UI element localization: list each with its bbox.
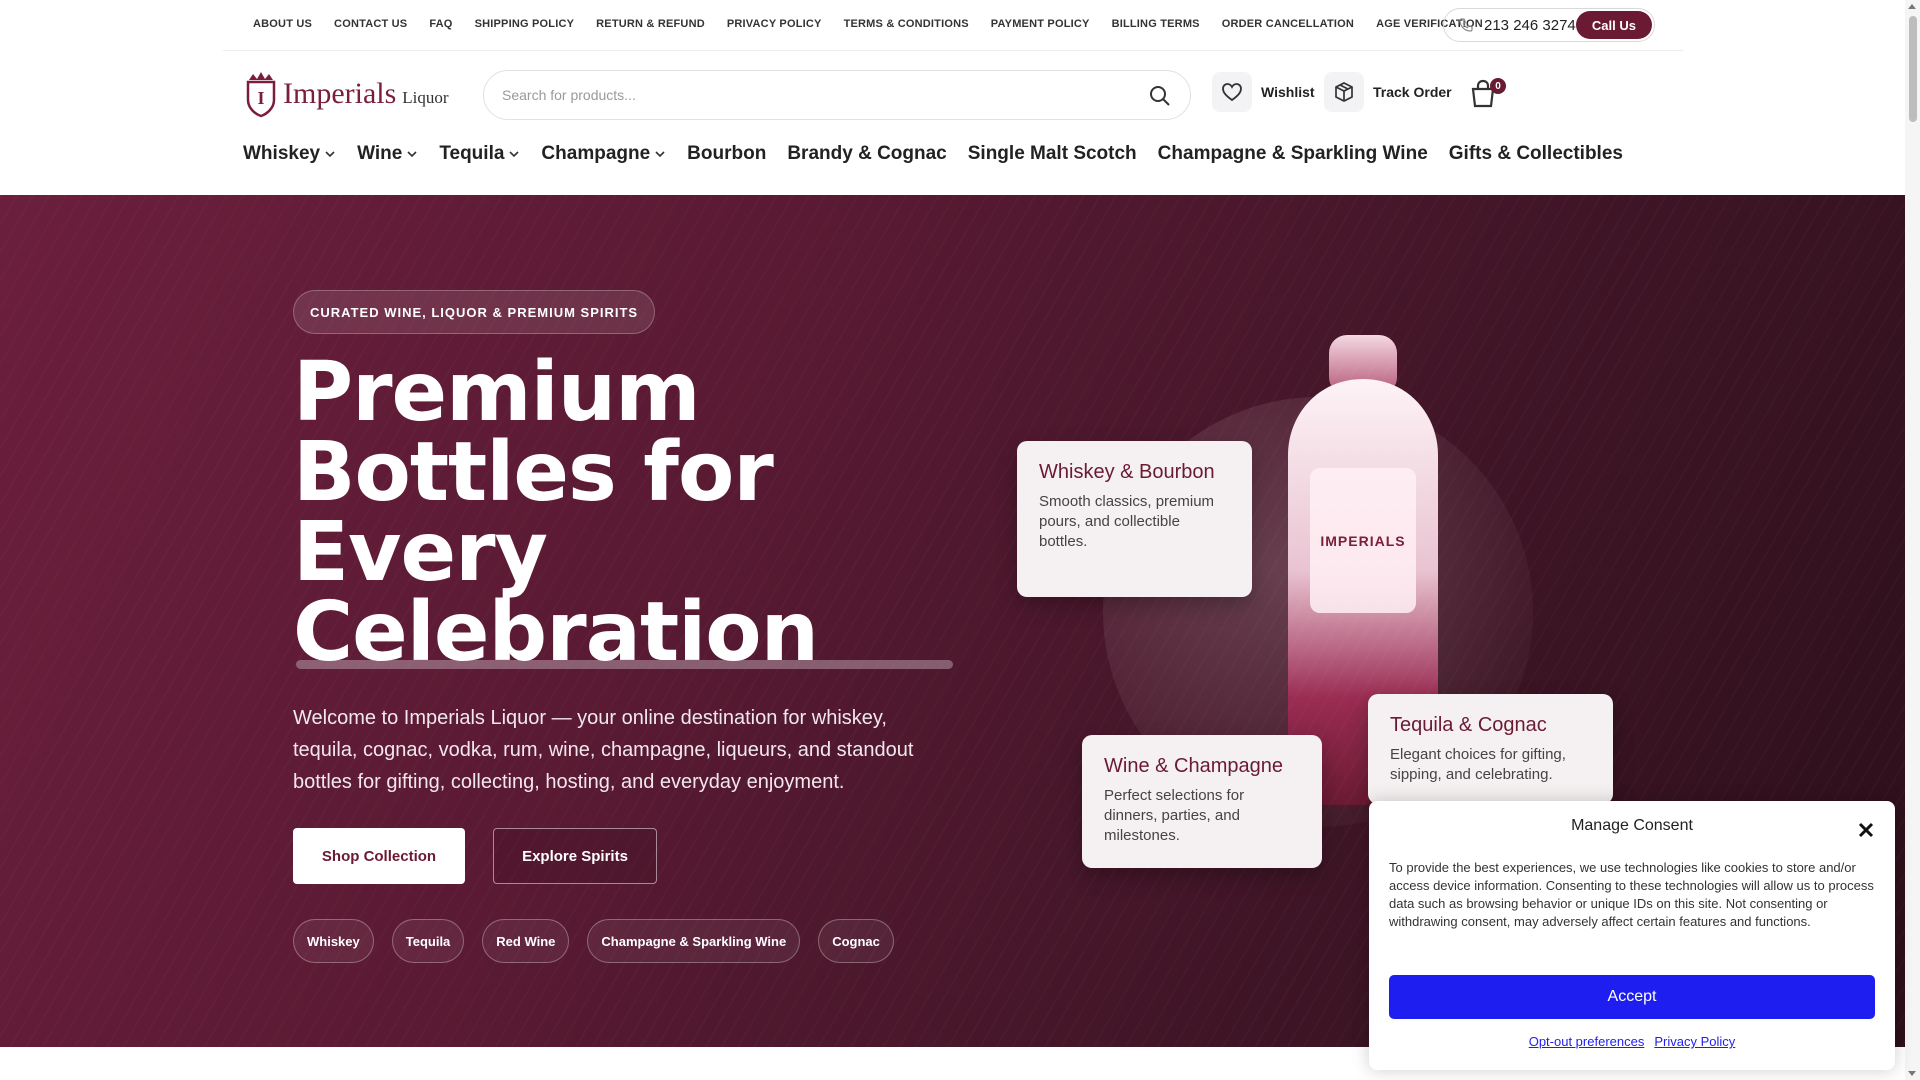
chevron-down-icon bbox=[509, 151, 519, 158]
wishlist-button[interactable]: Wishlist bbox=[1212, 72, 1315, 112]
main-nav: Whiskey Wine Tequila Champagne Bourbon B… bbox=[243, 143, 1623, 165]
card-text: Elegant choices for gifting, sipping, an… bbox=[1390, 746, 1566, 783]
chevron-down-icon bbox=[655, 151, 665, 158]
top-utility-bar: ABOUT US CONTACT US FAQ SHIPPING POLICY … bbox=[223, 0, 1683, 51]
chip-champagne-sparkling-wine[interactable]: Champagne & Sparkling Wine bbox=[587, 919, 801, 963]
site-logo[interactable]: I Imperials Liquor bbox=[243, 70, 449, 118]
nav-item-champagne-sparkling-wine[interactable]: Champagne & Sparkling Wine bbox=[1158, 143, 1428, 165]
category-card-tequila-cognac[interactable]: Tequila & Cognac Elegant choices for gif… bbox=[1368, 694, 1613, 804]
top-link-return-refund[interactable]: RETURN & REFUND bbox=[596, 18, 705, 30]
nav-item-whiskey[interactable]: Whiskey bbox=[243, 143, 336, 165]
hero-tag: CURATED WINE, LIQUOR & PREMIUM SPIRITS bbox=[293, 290, 656, 334]
call-us-button[interactable]: Call Us bbox=[1575, 11, 1652, 39]
wishlist-icon-box bbox=[1212, 72, 1252, 112]
close-icon[interactable] bbox=[1857, 821, 1875, 839]
search-input[interactable] bbox=[502, 83, 1102, 107]
scroll-up-arrow[interactable] bbox=[1908, 4, 1916, 9]
top-link-faq[interactable]: FAQ bbox=[429, 18, 452, 30]
consent-modal: Manage Consent To provide the best exper… bbox=[1369, 801, 1895, 1070]
nav-item-label: Champagne & Sparkling Wine bbox=[1157, 143, 1428, 164]
bottle-label: IMPERIALS bbox=[1310, 468, 1416, 613]
card-text: Perfect selections for dinners, parties,… bbox=[1104, 787, 1245, 844]
chip-tequila[interactable]: Tequila bbox=[391, 919, 465, 963]
chip-red-wine[interactable]: Red Wine bbox=[482, 919, 570, 963]
hero-description: Welcome to Imperials Liquor — your onlin… bbox=[293, 707, 914, 793]
hero-title-line: Bottles for bbox=[293, 425, 774, 520]
chevron-down-icon bbox=[325, 151, 335, 158]
card-text: Smooth classics, premium pours, and coll… bbox=[1039, 493, 1215, 550]
scroll-down-arrow[interactable] bbox=[1908, 1071, 1916, 1076]
top-link-order-cancellation[interactable]: ORDER CANCELLATION bbox=[1222, 18, 1354, 30]
track-order-button[interactable]: Track Order bbox=[1324, 72, 1452, 112]
search-bar bbox=[483, 70, 1191, 120]
phone-box[interactable]: 213 246 3274 Call Us bbox=[1443, 8, 1655, 42]
logo-subtitle: Liquor bbox=[402, 88, 449, 107]
nav-item-label: Whiskey bbox=[243, 143, 321, 164]
privacy-policy-link[interactable]: Privacy Policy bbox=[1654, 1034, 1735, 1049]
svg-text:I: I bbox=[257, 88, 264, 108]
top-link-about-us[interactable]: ABOUT US bbox=[253, 18, 312, 30]
top-link-privacy-policy[interactable]: PRIVACY POLICY bbox=[727, 18, 822, 30]
hero-title-line: Celebration bbox=[293, 585, 819, 680]
consent-title: Manage Consent bbox=[1571, 817, 1693, 834]
shop-collection-button[interactable]: Shop Collection bbox=[293, 828, 465, 884]
nav-item-bourbon[interactable]: Bourbon bbox=[687, 143, 766, 165]
track-icon-box bbox=[1324, 72, 1364, 112]
cart-count-badge: 0 bbox=[1490, 78, 1506, 94]
nav-item-label: Champagne bbox=[541, 143, 651, 164]
nav-item-single-malt-scotch[interactable]: Single Malt Scotch bbox=[968, 143, 1137, 165]
nav-item-label: Bourbon bbox=[687, 143, 767, 164]
nav-item-wine[interactable]: Wine bbox=[357, 143, 418, 165]
card-title: Tequila & Cognac bbox=[1390, 714, 1547, 736]
chip-cognac[interactable]: Cognac bbox=[818, 919, 894, 963]
crest-icon: I bbox=[246, 72, 276, 118]
top-link-billing-terms[interactable]: BILLING TERMS bbox=[1112, 18, 1200, 30]
card-title: Whiskey & Bourbon bbox=[1039, 461, 1215, 483]
chip-whiskey[interactable]: Whiskey bbox=[293, 919, 374, 963]
chevron-down-icon bbox=[407, 151, 417, 158]
top-link-shipping-policy[interactable]: SHIPPING POLICY bbox=[475, 18, 575, 30]
wishlist-label: Wishlist bbox=[1261, 84, 1315, 100]
category-card-wine-champagne[interactable]: Wine & Champagne Perfect selections for … bbox=[1082, 735, 1322, 868]
nav-item-tequila[interactable]: Tequila bbox=[439, 143, 520, 165]
hero-title-line: Premium bbox=[293, 345, 701, 440]
explore-spirits-button[interactable]: Explore Spirits bbox=[493, 828, 657, 884]
scroll-thumb[interactable] bbox=[1909, 16, 1917, 122]
phone-number: 213 246 3274 bbox=[1484, 16, 1576, 34]
accept-button[interactable]: Accept bbox=[1389, 975, 1875, 1019]
nav-item-label: Single Malt Scotch bbox=[967, 143, 1137, 164]
card-title: Wine & Champagne bbox=[1104, 755, 1283, 777]
top-link-payment-policy[interactable]: PAYMENT POLICY bbox=[991, 18, 1090, 30]
phone-icon bbox=[1459, 18, 1473, 32]
opt-out-preferences-link[interactable]: Opt-out preferences bbox=[1529, 1034, 1645, 1049]
nav-item-label: Brandy & Cognac bbox=[787, 143, 947, 164]
search-icon[interactable] bbox=[1148, 84, 1172, 108]
hero-title-line: Every bbox=[293, 505, 548, 600]
nav-item-champagne[interactable]: Champagne bbox=[541, 143, 666, 165]
consent-body: To provide the best experiences, we use … bbox=[1389, 860, 1874, 929]
nav-item-label: Gifts & Collectibles bbox=[1448, 143, 1623, 164]
top-link-contact-us[interactable]: CONTACT US bbox=[334, 18, 407, 30]
nav-item-label: Wine bbox=[357, 143, 403, 164]
category-card-whiskey-bourbon[interactable]: Whiskey & Bourbon Smooth classics, premi… bbox=[1017, 441, 1252, 597]
page-scrollbar[interactable] bbox=[1905, 0, 1920, 1080]
consent-links: Opt-out preferences Privacy Policy bbox=[1369, 1034, 1895, 1049]
category-chips: Whiskey Tequila Red Wine Champagne & Spa… bbox=[293, 919, 894, 963]
nav-item-brandy-cognac[interactable]: Brandy & Cognac bbox=[787, 143, 946, 165]
logo-name: Imperials bbox=[283, 77, 397, 110]
top-link-terms-conditions[interactable]: TERMS & CONDITIONS bbox=[844, 18, 969, 30]
track-order-label: Track Order bbox=[1373, 84, 1452, 100]
nav-item-gifts-collectibles[interactable]: Gifts & Collectibles bbox=[1449, 143, 1623, 165]
heart-icon bbox=[1222, 83, 1242, 102]
hero-title: Premium Bottles for Every Celebration bbox=[293, 345, 993, 680]
box-icon bbox=[1335, 82, 1353, 102]
top-links: ABOUT US CONTACT US FAQ SHIPPING POLICY … bbox=[253, 18, 1483, 30]
nav-item-label: Tequila bbox=[439, 143, 505, 164]
